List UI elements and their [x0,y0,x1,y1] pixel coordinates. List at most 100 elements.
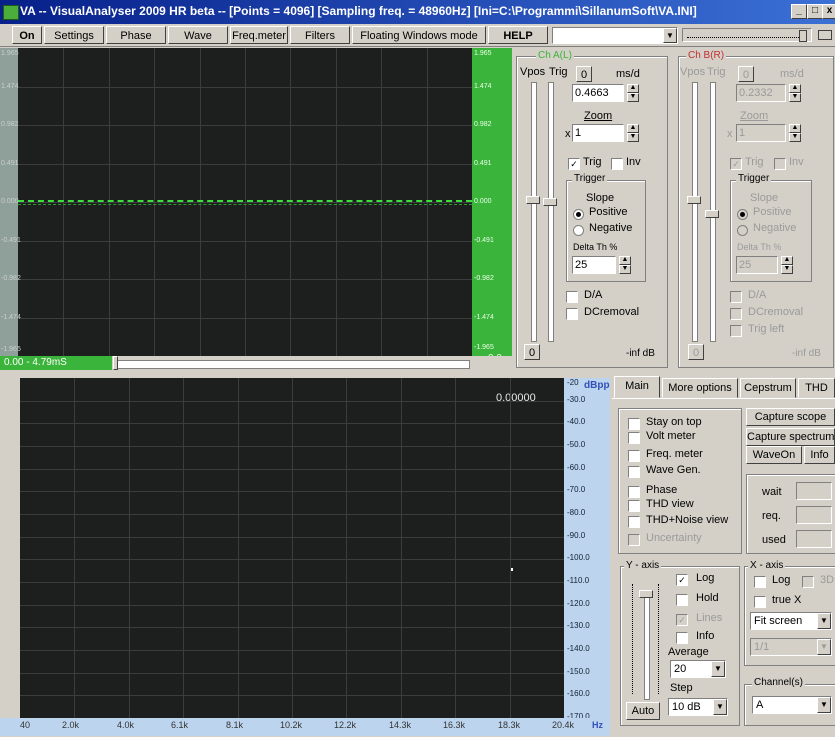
step-label: Step [670,682,693,694]
cha-vpos-thumb[interactable] [526,196,540,204]
wave-on-button[interactable]: WaveOn [746,446,802,464]
stay-on-top-checkbox[interactable] [628,418,640,430]
filters-button[interactable]: Filters [290,26,350,44]
cha-negative-radio[interactable] [573,225,584,236]
cha-msd-input[interactable]: 0.4663 [572,84,624,102]
spectrum-left-margin [0,378,20,718]
settings-button[interactable]: Settings [44,26,104,44]
chb-delta-input[interactable]: 25 [736,256,778,274]
phase-checkbox[interactable] [628,486,640,498]
chb-vpos-label: Vpos [680,66,706,78]
cha-trig-track[interactable] [548,82,554,342]
cha-zero-button[interactable]: 0 [576,66,592,82]
threed-checkbox[interactable] [802,576,814,588]
spectrum-grid-h [20,673,564,674]
cha-delta-input[interactable]: 25 [572,256,616,274]
cha-trig-thumb[interactable] [543,198,557,206]
tab-more-options[interactable]: More options [662,378,738,398]
chb-zoom-input[interactable]: 1 [736,124,786,142]
chb-bottom-zero-button[interactable]: 0 [688,344,704,360]
cha-msd-up[interactable]: ▲ [627,84,639,93]
scope-grid-h [18,125,472,126]
cha-da-checkbox[interactable] [566,291,578,303]
cha-msd-down[interactable]: ▼ [627,93,639,102]
volume-slider[interactable] [682,28,812,42]
info-button[interactable]: Info [804,446,835,464]
cha-trig-checkbox[interactable]: ✓ [568,158,580,170]
cha-zoom-input[interactable]: 1 [572,124,624,142]
cha-positive-radio[interactable] [573,209,584,220]
x-log-checkbox[interactable] [754,576,766,588]
chb-trig-label: Trig [707,66,726,78]
capture-spectrum-button[interactable]: Capture spectrum [746,428,835,446]
close-button[interactable]: x [822,4,835,19]
cha-zoom-up[interactable]: ▲ [627,124,639,133]
uncertainty-checkbox[interactable] [628,534,640,546]
thd-noise-checkbox[interactable] [628,516,640,528]
cha-bottom-zero-button[interactable]: 0 [524,344,540,360]
time-scroll-thumb[interactable] [113,356,118,370]
chb-vpos-thumb[interactable] [687,196,701,204]
chb-trig-chk-label: Trig [745,156,764,168]
tab-thd[interactable]: THD [798,378,835,398]
cha-dcremoval-checkbox[interactable] [566,308,578,320]
chb-da-checkbox[interactable] [730,291,742,303]
phase-button[interactable]: Phase [106,26,166,44]
cha-inv-checkbox[interactable] [611,158,623,170]
y-axis-slider-track[interactable] [644,590,650,700]
chb-vpos-track[interactable] [692,82,698,342]
average-select[interactable]: 20 ▼ [670,660,726,678]
step-select[interactable]: 10 dB ▼ [668,698,728,716]
chb-delta-up[interactable]: ▲ [781,256,793,265]
cha-delta-down[interactable]: ▼ [619,265,631,274]
capture-scope-button[interactable]: Capture scope [746,408,835,426]
chb-delta-down[interactable]: ▼ [781,265,793,274]
spectrum-grid-v [346,378,347,732]
floating-windows-button[interactable]: Floating Windows mode [352,26,486,44]
lines-checkbox[interactable]: ✓ [676,614,688,626]
chb-negative-radio[interactable] [737,225,748,236]
cha-zoom-down[interactable]: ▼ [627,133,639,142]
spectrum-grid-h [20,582,564,583]
time-scroll-track[interactable] [116,360,470,369]
chb-zoom-down[interactable]: ▼ [789,133,801,142]
wave-gen-checkbox[interactable] [628,466,640,478]
y-axis-slider-thumb[interactable] [639,590,653,598]
true-x-checkbox[interactable] [754,596,766,608]
tab-main[interactable]: Main [614,376,660,398]
panel-icon [818,30,832,40]
auto-button[interactable]: Auto [626,702,660,720]
chb-trigleft-checkbox[interactable] [730,325,742,337]
cha-delta-up[interactable]: ▲ [619,256,631,265]
wave-button[interactable]: Wave [168,26,228,44]
chb-msd-input[interactable]: 0.2332 [736,84,786,102]
cha-vpos-track[interactable] [531,82,537,342]
ratio-select[interactable]: 1/1 ▼ [750,638,832,656]
volt-meter-checkbox[interactable] [628,432,640,444]
hold-checkbox[interactable] [676,594,688,606]
y-info-checkbox[interactable] [676,632,688,644]
freqmeter-button[interactable]: Freq.meter [230,26,288,44]
chb-trig-checkbox[interactable]: ✓ [730,158,742,170]
spectrum-grid-h [20,491,564,492]
chb-msd-down[interactable]: ▼ [789,93,801,102]
on-button[interactable]: On [12,26,42,44]
y-log-checkbox[interactable]: ✓ [676,574,688,586]
chb-zoom-up[interactable]: ▲ [789,124,801,133]
chb-zero-button[interactable]: 0 [738,66,754,82]
help-button[interactable]: HELP [488,26,548,44]
minimize-button[interactable]: _ [791,4,807,19]
fit-screen-select[interactable]: Fit screen ▼ [750,612,832,630]
maximize-button[interactable]: □ [807,4,823,19]
chb-dcremoval-checkbox[interactable] [730,308,742,320]
freq-meter-checkbox[interactable] [628,450,640,462]
chb-trig-thumb[interactable] [705,210,719,218]
tab-cepstrum[interactable]: Cepstrum [740,378,796,398]
chb-positive-radio[interactable] [737,209,748,220]
slider-thumb[interactable] [799,30,807,42]
channel-select[interactable]: A ▼ [752,696,832,714]
device-select[interactable]: ▼ [552,27,678,44]
chb-inv-checkbox[interactable] [774,158,786,170]
thd-view-checkbox[interactable] [628,500,640,512]
chb-msd-up[interactable]: ▲ [789,84,801,93]
